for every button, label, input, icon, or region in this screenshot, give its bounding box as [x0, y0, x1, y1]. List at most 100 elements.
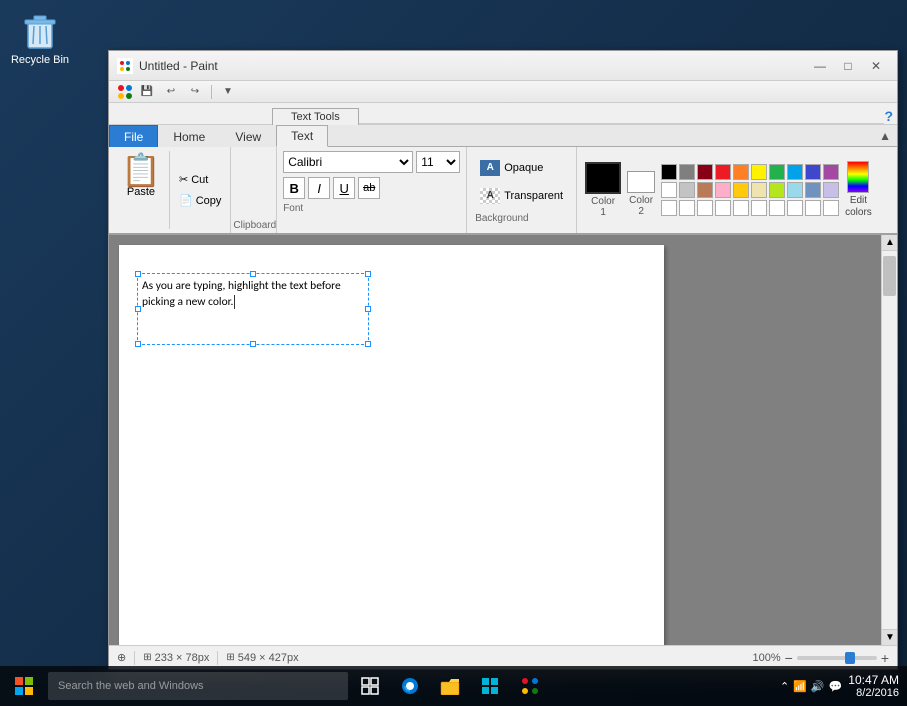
start-button[interactable] [4, 666, 44, 706]
recycle-bin[interactable]: Recycle Bin [10, 10, 70, 66]
color-cell-blue[interactable] [805, 164, 821, 180]
color-cell-brown[interactable] [697, 182, 713, 198]
handle-tm[interactable] [250, 271, 256, 277]
paint-taskbar-btn[interactable] [512, 668, 548, 704]
color-cell-cyan[interactable] [787, 164, 803, 180]
color-cell-gray[interactable] [679, 164, 695, 180]
zoom-minus-btn[interactable]: − [785, 650, 793, 666]
cut-button[interactable]: ✂ Cut [174, 171, 226, 188]
transparent-label: Transparent [504, 190, 563, 202]
color-cell-purple[interactable] [823, 164, 839, 180]
color-cell-yellow[interactable] [751, 164, 767, 180]
chevron-up-icon[interactable]: ⌃ [780, 680, 789, 693]
ribbon-help-btn[interactable]: ? [884, 108, 897, 124]
font-family-select[interactable]: Calibri [283, 151, 413, 173]
vertical-scrollbar[interactable]: ▲ ▼ [881, 235, 897, 645]
handle-tr[interactable] [365, 271, 371, 277]
tab-text[interactable]: Text [276, 125, 328, 147]
color-cell-steelblue[interactable] [805, 182, 821, 198]
zoom-thumb[interactable] [845, 652, 855, 664]
color-cell-black[interactable] [661, 164, 677, 180]
tab-home[interactable]: Home [158, 125, 220, 147]
font-label: Font [283, 203, 460, 214]
tab-view[interactable]: View [220, 125, 276, 147]
store-btn[interactable] [472, 668, 508, 704]
search-bar[interactable]: Search the web and Windows [48, 672, 348, 700]
explorer-btn[interactable] [432, 668, 468, 704]
color-cell-cream[interactable] [751, 182, 767, 198]
color-cell-r3-2[interactable] [679, 200, 695, 216]
status-sep1 [134, 651, 135, 665]
color-cell-r3-4[interactable] [715, 200, 731, 216]
color-cell-orange[interactable] [733, 164, 749, 180]
color-cell-lavender[interactable] [823, 182, 839, 198]
minimize-button[interactable]: — [807, 56, 833, 76]
color-cell-r3-8[interactable] [787, 200, 803, 216]
scroll-down-btn[interactable]: ▼ [882, 629, 897, 645]
scroll-up-btn[interactable]: ▲ [882, 235, 897, 251]
edit-colors-button[interactable]: Editcolors [845, 195, 872, 219]
color-cell-r3-5[interactable] [733, 200, 749, 216]
paste-button[interactable]: 📋 Paste [113, 151, 169, 229]
clock[interactable]: 10:47 AM 8/2/2016 [848, 673, 899, 699]
network-icon[interactable]: 📶 [793, 680, 807, 693]
color-cell-gold[interactable] [733, 182, 749, 198]
color-cell-r3-9[interactable] [805, 200, 821, 216]
handle-bm[interactable] [250, 341, 256, 347]
quick-access-toolbar: 💾 ↩ ↪ ▼ [109, 81, 897, 103]
strikethrough-button[interactable]: ab [358, 177, 380, 199]
ribbon-collapse-btn[interactable]: ▲ [873, 125, 897, 147]
paint-canvas[interactable]: As you are typing, highlight the text be… [119, 245, 664, 645]
color-cell-r3-3[interactable] [697, 200, 713, 216]
color-cell-darkred[interactable] [697, 164, 713, 180]
color-cell-pink[interactable] [715, 182, 731, 198]
color1-swatch: Color 1 [585, 162, 621, 218]
canvas-text[interactable]: As you are typing, highlight the text be… [138, 274, 368, 344]
zoom-plus-btn[interactable]: + [881, 650, 889, 666]
handle-ml[interactable] [135, 306, 141, 312]
color-cell-white[interactable] [661, 182, 677, 198]
color-cell-lime[interactable] [769, 182, 785, 198]
handle-br[interactable] [365, 341, 371, 347]
notification-icon[interactable]: 💬 [829, 680, 843, 693]
palette-row1 [661, 164, 839, 180]
color-cell-r3-10[interactable] [823, 200, 839, 216]
canvas-scroll-area[interactable]: As you are typing, highlight the text be… [109, 235, 881, 645]
underline-button[interactable]: U [333, 177, 355, 199]
color-cell-lightblue[interactable] [787, 182, 803, 198]
qa-dropdown[interactable]: ▼ [218, 83, 238, 101]
clock-date: 8/2/2016 [848, 687, 899, 699]
color-cell-lightgray[interactable] [679, 182, 695, 198]
undo-quick-btn[interactable]: ↩ [161, 83, 181, 101]
task-view-btn[interactable] [352, 668, 388, 704]
text-box[interactable]: As you are typing, highlight the text be… [137, 273, 369, 345]
handle-mr[interactable] [365, 306, 371, 312]
save-quick-btn[interactable]: 💾 [137, 83, 157, 101]
handle-tl[interactable] [135, 271, 141, 277]
zoom-slider[interactable] [797, 656, 877, 660]
color-cell-green[interactable] [769, 164, 785, 180]
edge-btn[interactable] [392, 668, 428, 704]
color2-box[interactable] [627, 171, 655, 193]
maximize-button[interactable]: □ [835, 56, 861, 76]
handle-bl[interactable] [135, 341, 141, 347]
redo-quick-btn[interactable]: ↪ [185, 83, 205, 101]
colors-right: Editcolors [845, 161, 872, 219]
copy-button[interactable]: 📄 Copy [174, 192, 226, 209]
bold-button[interactable]: B [283, 177, 305, 199]
italic-button[interactable]: I [308, 177, 330, 199]
add-button[interactable]: ⊕ [117, 651, 126, 664]
tab-file[interactable]: File [109, 125, 158, 147]
color-cell-r3-1[interactable] [661, 200, 677, 216]
opaque-button[interactable]: A Opaque [475, 157, 568, 179]
color1-box[interactable] [585, 162, 621, 194]
font-size-select[interactable]: 11 [416, 151, 460, 173]
color-cell-red[interactable] [715, 164, 731, 180]
rainbow-swatch[interactable] [847, 161, 869, 193]
speaker-icon[interactable]: 🔊 [811, 680, 825, 693]
color-cell-r3-6[interactable] [751, 200, 767, 216]
scroll-thumb[interactable] [883, 256, 896, 296]
color-cell-r3-7[interactable] [769, 200, 785, 216]
transparent-button[interactable]: A Transparent [475, 185, 568, 207]
close-button[interactable]: ✕ [863, 56, 889, 76]
